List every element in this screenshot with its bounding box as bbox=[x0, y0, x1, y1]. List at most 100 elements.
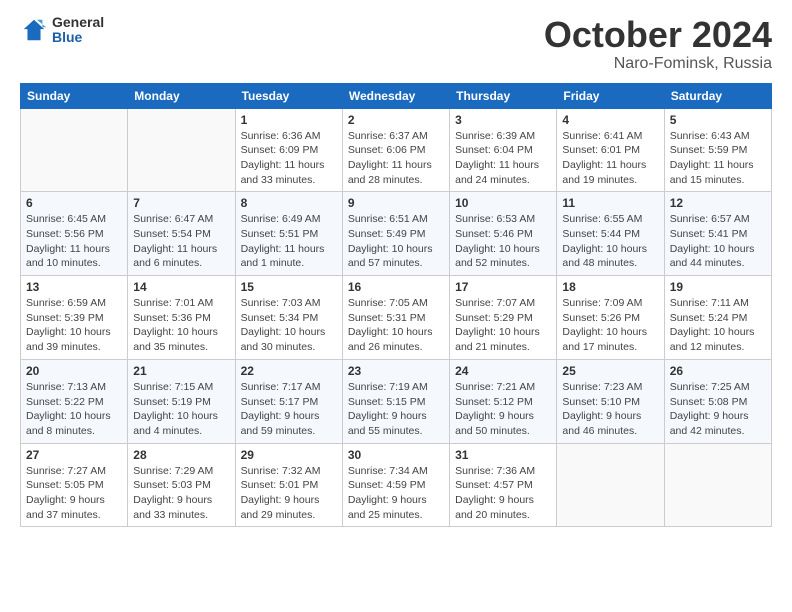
calendar-cell: 31Sunrise: 7:36 AM Sunset: 4:57 PM Dayli… bbox=[450, 443, 557, 527]
day-info: Sunrise: 6:43 AM Sunset: 5:59 PM Dayligh… bbox=[670, 129, 766, 188]
day-info: Sunrise: 6:36 AM Sunset: 6:09 PM Dayligh… bbox=[241, 129, 337, 188]
title-block: October 2024 Naro-Fominsk, Russia bbox=[544, 15, 772, 73]
day-info: Sunrise: 6:47 AM Sunset: 5:54 PM Dayligh… bbox=[133, 212, 229, 271]
day-info: Sunrise: 6:45 AM Sunset: 5:56 PM Dayligh… bbox=[26, 212, 122, 271]
day-number: 30 bbox=[348, 448, 444, 462]
day-number: 20 bbox=[26, 364, 122, 378]
calendar-cell: 27 Sunrise: 7:27 AM Sunset: 5:05 PM Dayli… bbox=[21, 443, 128, 527]
day-number: 21 bbox=[133, 364, 229, 378]
calendar-cell: 25Sunrise: 7:23 AM Sunset: 5:10 PM Dayli… bbox=[557, 359, 664, 443]
day-number: 3 bbox=[455, 113, 551, 127]
day-number: 19 bbox=[670, 280, 766, 294]
day-info: Sunrise: 7:19 AM Sunset: 5:15 PM Dayligh… bbox=[348, 380, 444, 439]
calendar-cell: 3 Sunrise: 6:39 AM Sunset: 6:04 PM Daylig… bbox=[450, 108, 557, 192]
day-info: Sunrise: 6:41 AM Sunset: 6:01 PM Dayligh… bbox=[562, 129, 658, 188]
day-number: 10 bbox=[455, 196, 551, 210]
calendar-cell: 24 Sunrise: 7:21 AM Sunset: 5:12 PM Dayli… bbox=[450, 359, 557, 443]
calendar-cell: 8 Sunrise: 6:49 AM Sunset: 5:51 PM Daylig… bbox=[235, 192, 342, 276]
col-thursday: Thursday bbox=[450, 83, 557, 108]
calendar-cell: 1 Sunrise: 6:36 AM Sunset: 6:09 PM Daylig… bbox=[235, 108, 342, 192]
day-info: Sunrise: 6:53 AM Sunset: 5:46 PM Dayligh… bbox=[455, 212, 551, 271]
day-number: 25 bbox=[562, 364, 658, 378]
day-number: 7 bbox=[133, 196, 229, 210]
day-number: 26 bbox=[670, 364, 766, 378]
calendar-week-3: 13 Sunrise: 6:59 AM Sunset: 5:39 PM Dayli… bbox=[21, 276, 772, 360]
day-number: 23 bbox=[348, 364, 444, 378]
day-info: Sunrise: 7:03 AM Sunset: 5:34 PM Dayligh… bbox=[241, 296, 337, 355]
calendar-page: General Blue October 2024 Naro-Fominsk, … bbox=[0, 0, 792, 612]
day-number: 6 bbox=[26, 196, 122, 210]
day-info: Sunrise: 7:13 AM Sunset: 5:22 PM Dayligh… bbox=[26, 380, 122, 439]
day-number: 13 bbox=[26, 280, 122, 294]
day-number: 14 bbox=[133, 280, 229, 294]
day-number: 15 bbox=[241, 280, 337, 294]
day-number: 17 bbox=[455, 280, 551, 294]
day-number: 12 bbox=[670, 196, 766, 210]
calendar-cell bbox=[664, 443, 771, 527]
calendar-cell: 23 Sunrise: 7:19 AM Sunset: 5:15 PM Dayli… bbox=[342, 359, 449, 443]
calendar-week-4: 20 Sunrise: 7:13 AM Sunset: 5:22 PM Dayli… bbox=[21, 359, 772, 443]
calendar-cell: 2Sunrise: 6:37 AM Sunset: 6:06 PM Daylig… bbox=[342, 108, 449, 192]
calendar-cell: 21Sunrise: 7:15 AM Sunset: 5:19 PM Dayli… bbox=[128, 359, 235, 443]
col-friday: Friday bbox=[557, 83, 664, 108]
calendar-cell: 19Sunrise: 7:11 AM Sunset: 5:24 PM Dayli… bbox=[664, 276, 771, 360]
calendar-cell: 16Sunrise: 7:05 AM Sunset: 5:31 PM Dayli… bbox=[342, 276, 449, 360]
calendar-cell: 15 Sunrise: 7:03 AM Sunset: 5:34 PM Dayli… bbox=[235, 276, 342, 360]
day-number: 27 bbox=[26, 448, 122, 462]
logo-text: General Blue bbox=[52, 15, 104, 46]
calendar-cell: 29Sunrise: 7:32 AM Sunset: 5:01 PM Dayli… bbox=[235, 443, 342, 527]
day-number: 9 bbox=[348, 196, 444, 210]
day-info: Sunrise: 7:34 AM Sunset: 4:59 PM Dayligh… bbox=[348, 464, 444, 523]
day-number: 1 bbox=[241, 113, 337, 127]
day-info: Sunrise: 7:32 AM Sunset: 5:01 PM Dayligh… bbox=[241, 464, 337, 523]
logo-blue-text: Blue bbox=[52, 30, 104, 45]
calendar-cell bbox=[128, 108, 235, 192]
calendar-cell: 28Sunrise: 7:29 AM Sunset: 5:03 PM Dayli… bbox=[128, 443, 235, 527]
calendar-cell: 9 Sunrise: 6:51 AM Sunset: 5:49 PM Daylig… bbox=[342, 192, 449, 276]
calendar-cell: 26 Sunrise: 7:25 AM Sunset: 5:08 PM Dayli… bbox=[664, 359, 771, 443]
calendar-cell: 20 Sunrise: 7:13 AM Sunset: 5:22 PM Dayli… bbox=[21, 359, 128, 443]
day-info: Sunrise: 7:25 AM Sunset: 5:08 PM Dayligh… bbox=[670, 380, 766, 439]
col-wednesday: Wednesday bbox=[342, 83, 449, 108]
day-info: Sunrise: 7:17 AM Sunset: 5:17 PM Dayligh… bbox=[241, 380, 337, 439]
col-saturday: Saturday bbox=[664, 83, 771, 108]
day-number: 24 bbox=[455, 364, 551, 378]
calendar-week-5: 27 Sunrise: 7:27 AM Sunset: 5:05 PM Dayli… bbox=[21, 443, 772, 527]
calendar-cell: 14 Sunrise: 7:01 AM Sunset: 5:36 PM Dayli… bbox=[128, 276, 235, 360]
day-number: 22 bbox=[241, 364, 337, 378]
calendar-cell: 13 Sunrise: 6:59 AM Sunset: 5:39 PM Dayli… bbox=[21, 276, 128, 360]
logo-general-text: General bbox=[52, 15, 104, 30]
calendar-week-1: 1 Sunrise: 6:36 AM Sunset: 6:09 PM Daylig… bbox=[21, 108, 772, 192]
calendar-cell: 30 Sunrise: 7:34 AM Sunset: 4:59 PM Dayli… bbox=[342, 443, 449, 527]
day-number: 5 bbox=[670, 113, 766, 127]
calendar-cell: 5 Sunrise: 6:43 AM Sunset: 5:59 PM Daylig… bbox=[664, 108, 771, 192]
calendar-week-2: 6 Sunrise: 6:45 AM Sunset: 5:56 PM Daylig… bbox=[21, 192, 772, 276]
day-number: 31 bbox=[455, 448, 551, 462]
calendar-cell bbox=[557, 443, 664, 527]
logo: General Blue bbox=[20, 15, 104, 46]
day-info: Sunrise: 7:27 AM Sunset: 5:05 PM Dayligh… bbox=[26, 464, 122, 523]
calendar-cell: 22 Sunrise: 7:17 AM Sunset: 5:17 PM Dayli… bbox=[235, 359, 342, 443]
day-info: Sunrise: 6:49 AM Sunset: 5:51 PM Dayligh… bbox=[241, 212, 337, 271]
day-number: 28 bbox=[133, 448, 229, 462]
col-sunday: Sunday bbox=[21, 83, 128, 108]
day-info: Sunrise: 6:51 AM Sunset: 5:49 PM Dayligh… bbox=[348, 212, 444, 271]
day-info: Sunrise: 7:07 AM Sunset: 5:29 PM Dayligh… bbox=[455, 296, 551, 355]
day-info: Sunrise: 6:59 AM Sunset: 5:39 PM Dayligh… bbox=[26, 296, 122, 355]
calendar-cell: 10 Sunrise: 6:53 AM Sunset: 5:46 PM Dayli… bbox=[450, 192, 557, 276]
day-number: 8 bbox=[241, 196, 337, 210]
header-row: Sunday Monday Tuesday Wednesday Thursday… bbox=[21, 83, 772, 108]
header: General Blue October 2024 Naro-Fominsk, … bbox=[20, 15, 772, 73]
title-location: Naro-Fominsk, Russia bbox=[544, 55, 772, 73]
day-info: Sunrise: 7:21 AM Sunset: 5:12 PM Dayligh… bbox=[455, 380, 551, 439]
day-number: 16 bbox=[348, 280, 444, 294]
calendar-cell: 17 Sunrise: 7:07 AM Sunset: 5:29 PM Dayli… bbox=[450, 276, 557, 360]
day-info: Sunrise: 6:39 AM Sunset: 6:04 PM Dayligh… bbox=[455, 129, 551, 188]
day-info: Sunrise: 7:01 AM Sunset: 5:36 PM Dayligh… bbox=[133, 296, 229, 355]
day-info: Sunrise: 6:57 AM Sunset: 5:41 PM Dayligh… bbox=[670, 212, 766, 271]
day-info: Sunrise: 6:55 AM Sunset: 5:44 PM Dayligh… bbox=[562, 212, 658, 271]
calendar-cell: 7 Sunrise: 6:47 AM Sunset: 5:54 PM Daylig… bbox=[128, 192, 235, 276]
day-number: 4 bbox=[562, 113, 658, 127]
calendar-cell bbox=[21, 108, 128, 192]
col-monday: Monday bbox=[128, 83, 235, 108]
